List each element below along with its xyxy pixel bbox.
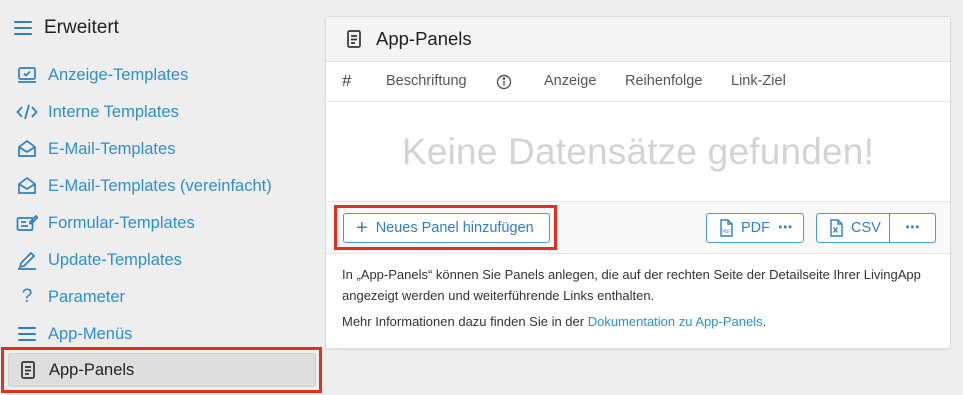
info-paragraph: In „App-Panels“ können Sie Panels anlege… bbox=[342, 267, 921, 303]
empty-message: Keine Datensätze gefunden! bbox=[326, 102, 950, 202]
sidebar-item-label: E-Mail-Templates bbox=[48, 139, 176, 158]
add-panel-button[interactable]: + Neues Panel hinzufügen bbox=[343, 213, 550, 243]
card-toolbar: + Neues Panel hinzufügen PDF PDF ⋯ CSV ⋯ bbox=[326, 202, 950, 254]
sidebar-item-label: App-Menüs bbox=[48, 324, 133, 343]
info-icon[interactable] bbox=[496, 74, 512, 94]
info-docs-suffix: . bbox=[762, 314, 767, 329]
csv-label: CSV bbox=[851, 220, 881, 236]
excel-file-icon bbox=[829, 219, 843, 237]
column-order[interactable]: Reihenfolge bbox=[625, 73, 702, 89]
document-icon bbox=[346, 29, 362, 49]
menu-lines-icon bbox=[16, 323, 38, 345]
more-icon: ⋯ bbox=[905, 220, 920, 236]
sidebar-item-email-templates[interactable]: E-Mail-Templates bbox=[8, 132, 316, 166]
menu-icon[interactable] bbox=[14, 21, 32, 35]
app-panels-card: App-Panels # Beschriftung Anzeige Reihen… bbox=[325, 16, 951, 349]
code-icon bbox=[16, 101, 38, 123]
column-display[interactable]: Anzeige bbox=[544, 73, 596, 89]
envelope-open-icon bbox=[16, 175, 38, 197]
pdf-export-button[interactable]: PDF PDF ⋯ bbox=[706, 213, 804, 243]
sidebar-item-label: App-Panels bbox=[49, 360, 135, 379]
document-icon bbox=[17, 359, 39, 381]
documentation-link[interactable]: Dokumentation zu App-Panels bbox=[588, 314, 763, 329]
pdf-file-icon: PDF bbox=[719, 219, 733, 237]
sidebar-item-anzeige-templates[interactable]: Anzeige-Templates bbox=[8, 58, 316, 92]
page-title: App-Panels bbox=[376, 28, 472, 49]
more-icon: ⋯ bbox=[778, 220, 794, 236]
form-edit-icon bbox=[16, 212, 38, 234]
envelope-open-icon bbox=[16, 138, 38, 160]
add-panel-label: Neues Panel hinzufügen bbox=[375, 220, 534, 236]
sidebar-item-app-panels[interactable]: App-Panels bbox=[8, 353, 316, 387]
sidebar-item-label: Formular-Templates bbox=[48, 213, 195, 232]
sidebar-item-label: Parameter bbox=[48, 287, 126, 306]
info-docs-prefix: Mehr Informationen dazu finden Sie in de… bbox=[342, 314, 588, 329]
info-paragraph-docs: Mehr Informationen dazu finden Sie in de… bbox=[342, 311, 934, 332]
sidebar-item-label: Anzeige-Templates bbox=[48, 65, 189, 84]
sidebar-item-parameter[interactable]: ? Parameter bbox=[8, 280, 316, 314]
more-options-button[interactable]: ⋯ bbox=[889, 213, 936, 243]
sidebar-item-interne-templates[interactable]: Interne Templates bbox=[8, 95, 316, 129]
question-icon: ? bbox=[21, 286, 33, 307]
sidebar-title: Erweitert bbox=[44, 17, 119, 38]
display-icon bbox=[16, 64, 38, 86]
column-number[interactable]: # bbox=[342, 71, 351, 91]
sidebar-item-label: E-Mail-Templates (vereinfacht) bbox=[48, 176, 272, 195]
svg-text:PDF: PDF bbox=[722, 229, 731, 235]
sidebar-item-app-menues[interactable]: App-Menüs bbox=[8, 317, 316, 351]
sidebar-item-label: Interne Templates bbox=[48, 102, 179, 121]
pdf-label: PDF bbox=[741, 220, 770, 236]
sidebar-item-update-templates[interactable]: Update-Templates bbox=[8, 243, 316, 277]
csv-export-button[interactable]: CSV bbox=[816, 213, 890, 243]
column-caption[interactable]: Beschriftung bbox=[386, 73, 467, 89]
plus-icon: + bbox=[356, 217, 368, 239]
sidebar-item-email-templates-vereinfacht[interactable]: E-Mail-Templates (vereinfacht) bbox=[8, 169, 316, 203]
table-header: # Beschriftung Anzeige Reihenfolge Link-… bbox=[326, 62, 950, 102]
info-text: In „App-Panels“ können Sie Panels anlege… bbox=[326, 254, 950, 342]
pen-icon bbox=[16, 249, 38, 271]
column-link[interactable]: Link-Ziel bbox=[731, 73, 786, 89]
sidebar-item-label: Update-Templates bbox=[48, 250, 182, 269]
sidebar-item-formular-templates[interactable]: Formular-Templates bbox=[8, 206, 316, 240]
card-header: App-Panels bbox=[326, 17, 950, 62]
sidebar-header: Erweitert bbox=[14, 14, 119, 42]
sidebar: Erweitert Anzeige-Templates Interne Temp… bbox=[0, 0, 322, 395]
